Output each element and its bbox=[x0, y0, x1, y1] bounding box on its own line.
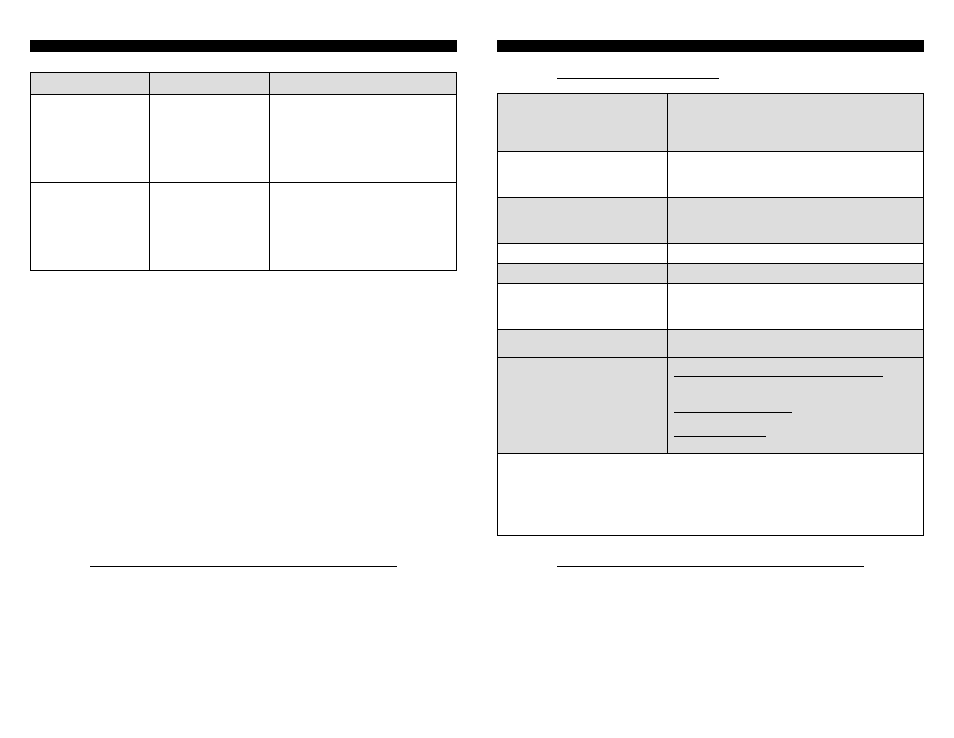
right-row-1 bbox=[498, 94, 924, 152]
left-r1c3 bbox=[269, 95, 456, 183]
right-row-9 bbox=[498, 454, 924, 536]
right-heading-underline bbox=[557, 78, 719, 79]
r1-right bbox=[668, 94, 924, 152]
right-column bbox=[497, 40, 924, 567]
r1-left bbox=[498, 94, 668, 152]
r5-left bbox=[498, 264, 668, 284]
r7-right bbox=[668, 330, 924, 358]
left-r1c1 bbox=[31, 95, 150, 183]
left-table-row-1 bbox=[31, 95, 457, 183]
left-r2c2 bbox=[150, 183, 269, 271]
left-th-2 bbox=[150, 73, 269, 95]
r4-left bbox=[498, 244, 668, 264]
r5-right bbox=[668, 264, 924, 284]
right-header-bar bbox=[497, 40, 924, 52]
right-row-7 bbox=[498, 330, 924, 358]
right-row-3 bbox=[498, 198, 924, 244]
left-r2c1 bbox=[31, 183, 150, 271]
r7-left bbox=[498, 330, 668, 358]
r8-rule-1 bbox=[674, 376, 883, 377]
left-footer-rule bbox=[90, 566, 397, 567]
left-table-row-2 bbox=[31, 183, 457, 271]
right-row-8 bbox=[498, 358, 924, 454]
right-table bbox=[497, 93, 924, 536]
right-footer-rule bbox=[557, 566, 864, 567]
left-th-3 bbox=[269, 73, 456, 95]
right-row-6 bbox=[498, 284, 924, 330]
page-layout bbox=[0, 0, 954, 587]
left-footer-area bbox=[30, 536, 457, 567]
r8-left bbox=[498, 358, 668, 454]
left-th-1 bbox=[31, 73, 150, 95]
r8-rule-3 bbox=[674, 436, 766, 437]
right-row-5 bbox=[498, 264, 924, 284]
left-table-header-row bbox=[31, 73, 457, 95]
r2-left bbox=[498, 152, 668, 198]
r6-right bbox=[668, 284, 924, 330]
r3-left bbox=[498, 198, 668, 244]
r6-left bbox=[498, 284, 668, 330]
left-r2c3 bbox=[269, 183, 456, 271]
r9-full bbox=[498, 454, 924, 536]
left-header-bar bbox=[30, 40, 457, 52]
left-r1c2 bbox=[150, 95, 269, 183]
r8-right bbox=[668, 358, 924, 454]
right-row-4 bbox=[498, 244, 924, 264]
left-table bbox=[30, 72, 457, 271]
r4-right bbox=[668, 244, 924, 264]
r2-right bbox=[668, 152, 924, 198]
r8-rule-2 bbox=[674, 412, 791, 413]
left-column bbox=[30, 40, 457, 567]
right-footer-area bbox=[497, 536, 924, 567]
right-row-2 bbox=[498, 152, 924, 198]
r3-right bbox=[668, 198, 924, 244]
